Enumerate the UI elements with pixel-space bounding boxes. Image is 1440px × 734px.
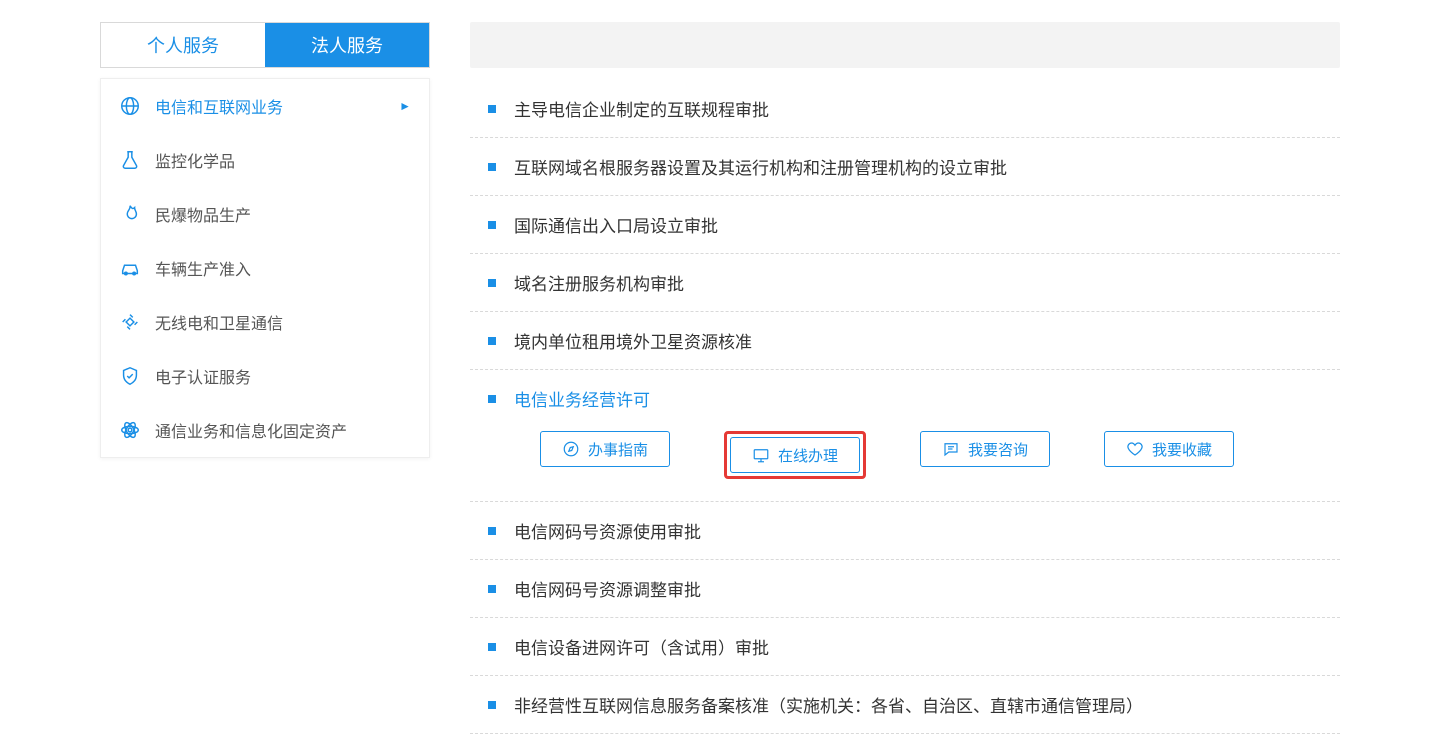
sidebar-item-telecom-internet[interactable]: 电信和互联网业务 ►	[101, 79, 429, 133]
sidebar-item-label: 监控化学品	[155, 148, 235, 172]
list-item-header[interactable]: 电信网码号资源使用审批	[470, 518, 1336, 543]
service-list: 主导电信企业制定的互联规程审批 互联网域名根服务器设置及其运行机构和注册管理机构…	[470, 80, 1340, 734]
action-label: 办事指南	[588, 439, 648, 460]
action-row: 办事指南 在线办理 我要咨询	[470, 411, 1336, 485]
consult-button[interactable]: 我要咨询	[920, 431, 1050, 467]
sidebar-item-label: 电信和互联网业务	[155, 94, 283, 118]
chevron-right-icon: ►	[399, 99, 411, 113]
tab-legal-service[interactable]: 法人服务	[265, 23, 429, 67]
sidebar-item-radio-satellite[interactable]: 无线电和卫星通信	[101, 295, 429, 349]
list-item-header[interactable]: 电信业务经营许可	[470, 386, 1336, 411]
online-apply-button[interactable]: 在线办理	[730, 437, 860, 473]
bullet-icon	[488, 585, 496, 593]
sidebar-item-vehicle[interactable]: 车辆生产准入	[101, 241, 429, 295]
list-item-label: 电信设备进网许可（含试用）审批	[514, 634, 769, 659]
filter-bar[interactable]	[470, 22, 1340, 68]
list-item-header[interactable]: 互联网域名根服务器设置及其运行机构和注册管理机构的设立审批	[470, 154, 1336, 179]
tab-personal-service[interactable]: 个人服务	[101, 23, 265, 67]
list-item-header[interactable]: 主导电信企业制定的互联规程审批	[470, 96, 1336, 121]
flame-icon	[119, 203, 141, 225]
list-item-label: 国际通信出入口局设立审批	[514, 212, 718, 237]
atom-icon	[119, 419, 141, 441]
list-item: 电信设备进网许可（含试用）审批	[470, 618, 1340, 676]
flask-icon	[119, 149, 141, 171]
highlight-annotation: 在线办理	[724, 431, 866, 479]
list-item-label: 电信业务经营许可	[514, 386, 650, 411]
list-item-label: 境内单位租用境外卫星资源核准	[514, 328, 752, 353]
list-item: 电信网码号资源使用审批	[470, 502, 1340, 560]
sidebar-item-label: 车辆生产准入	[155, 256, 251, 280]
category-sidebar: 电信和互联网业务 ► 监控化学品 民爆物品生产 车辆生产准入	[100, 78, 430, 458]
monitor-icon	[752, 446, 770, 464]
list-item-header[interactable]: 境内单位租用境外卫星资源核准	[470, 328, 1336, 353]
list-item-header[interactable]: 国际通信出入口局设立审批	[470, 212, 1336, 237]
list-item-label: 互联网域名根服务器设置及其运行机构和注册管理机构的设立审批	[514, 154, 1007, 179]
globe-icon	[119, 95, 141, 117]
list-item-label: 主导电信企业制定的互联规程审批	[514, 96, 769, 121]
bullet-icon	[488, 279, 496, 287]
list-item: 境内单位租用境外卫星资源核准	[470, 312, 1340, 370]
bullet-icon	[488, 643, 496, 651]
list-item: 主导电信企业制定的互联规程审批	[470, 80, 1340, 138]
left-column: 个人服务 法人服务 电信和互联网业务 ► 监控化学品	[100, 22, 430, 734]
heart-icon	[1126, 440, 1144, 458]
action-label: 我要收藏	[1152, 439, 1212, 460]
bullet-icon	[488, 395, 496, 403]
list-item-label: 域名注册服务机构审批	[514, 270, 684, 295]
sidebar-item-comm-assets[interactable]: 通信业务和信息化固定资产	[101, 403, 429, 457]
list-item: 域名注册服务机构审批	[470, 254, 1340, 312]
list-item-expanded: 电信业务经营许可 办事指南 在线办理	[470, 370, 1340, 502]
bullet-icon	[488, 105, 496, 113]
list-item-label: 电信网码号资源调整审批	[514, 576, 701, 601]
list-item: 非经营性互联网信息服务备案核准（实施机关：各省、自治区、直辖市通信管理局）	[470, 676, 1340, 734]
bullet-icon	[488, 337, 496, 345]
list-item-header[interactable]: 域名注册服务机构审批	[470, 270, 1336, 295]
compass-icon	[562, 440, 580, 458]
list-item: 互联网域名根服务器设置及其运行机构和注册管理机构的设立审批	[470, 138, 1340, 196]
sidebar-item-label: 通信业务和信息化固定资产	[155, 418, 347, 442]
sidebar-item-chemicals[interactable]: 监控化学品	[101, 133, 429, 187]
sidebar-item-ecert[interactable]: 电子认证服务	[101, 349, 429, 403]
sidebar-item-label: 电子认证服务	[155, 364, 251, 388]
bullet-icon	[488, 221, 496, 229]
list-item-header[interactable]: 电信设备进网许可（含试用）审批	[470, 634, 1336, 659]
bullet-icon	[488, 527, 496, 535]
sidebar-item-label: 无线电和卫星通信	[155, 310, 283, 334]
sidebar-item-label: 民爆物品生产	[155, 202, 251, 226]
shield-icon	[119, 365, 141, 387]
service-tabs: 个人服务 法人服务	[100, 22, 430, 68]
list-item-label: 电信网码号资源使用审批	[514, 518, 701, 543]
list-item-header[interactable]: 电信网码号资源调整审批	[470, 576, 1336, 601]
bullet-icon	[488, 163, 496, 171]
chat-icon	[942, 440, 960, 458]
list-item: 电信网码号资源调整审批	[470, 560, 1340, 618]
car-icon	[119, 257, 141, 279]
list-item: 国际通信出入口局设立审批	[470, 196, 1340, 254]
satellite-icon	[119, 311, 141, 333]
action-label: 在线办理	[778, 445, 838, 466]
sidebar-item-explosives[interactable]: 民爆物品生产	[101, 187, 429, 241]
favorite-button[interactable]: 我要收藏	[1104, 431, 1234, 467]
main-content: 主导电信企业制定的互联规程审批 互联网域名根服务器设置及其运行机构和注册管理机构…	[430, 22, 1340, 734]
guide-button[interactable]: 办事指南	[540, 431, 670, 467]
action-label: 我要咨询	[968, 439, 1028, 460]
